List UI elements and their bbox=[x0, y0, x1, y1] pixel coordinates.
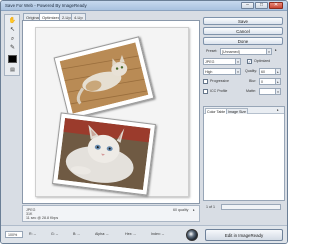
cat-photo-bottom bbox=[51, 112, 157, 196]
chevron-down-icon: ▾ bbox=[275, 89, 280, 94]
compression-value: High bbox=[205, 70, 213, 74]
maximize-button[interactable]: □ bbox=[255, 2, 268, 9]
edit-in-imageready-button[interactable]: Edit in ImageReady bbox=[205, 229, 283, 241]
window-title: Save For Web - Powered By ImageReady bbox=[5, 3, 87, 8]
compression-select[interactable]: High ▾ bbox=[203, 68, 241, 75]
hand-tool-icon[interactable]: ✋ bbox=[8, 17, 17, 25]
image-page bbox=[35, 27, 189, 197]
close-button[interactable]: ✕ bbox=[269, 2, 283, 9]
cat-photo-top bbox=[53, 36, 155, 120]
chevron-down-icon: ▾ bbox=[235, 59, 240, 64]
bottom-bar: 100% R: -- G: -- B: -- Alpha: -- Hex: --… bbox=[1, 225, 287, 243]
save-button[interactable]: Save bbox=[203, 17, 283, 25]
readout-hex: Hex: -- bbox=[125, 232, 136, 236]
optimized-checkbox[interactable]: ✓ bbox=[247, 59, 252, 64]
icc-profile-checkbox[interactable] bbox=[203, 89, 208, 94]
readout-index: Index: -- bbox=[151, 232, 165, 236]
chevron-down-icon: ▾ bbox=[235, 69, 240, 74]
optimize-menu-icon[interactable]: ▸ bbox=[275, 48, 277, 52]
chevron-right-icon: ▸ bbox=[275, 69, 280, 74]
title-bar: Save For Web - Powered By ImageReady – □… bbox=[1, 1, 287, 11]
color-table-footer: 1 of 1 bbox=[203, 203, 285, 212]
preview-menu-icon[interactable]: ▸ bbox=[193, 208, 195, 212]
color-table-menu-icon[interactable]: ▸ bbox=[277, 108, 279, 112]
white-cat-image bbox=[57, 117, 151, 191]
matte-select[interactable]: ▾ bbox=[259, 88, 281, 95]
zoom-value: 100% bbox=[8, 233, 18, 237]
cancel-button[interactable]: Cancel bbox=[203, 27, 283, 35]
readout-r: R: -- bbox=[29, 232, 36, 236]
quality-value: 60 bbox=[261, 70, 265, 74]
progressive-checkbox[interactable] bbox=[203, 79, 208, 84]
done-button[interactable]: Done bbox=[203, 37, 283, 45]
optimized-info-bar: JPEG 31K 11 sec @ 28.8 Kbps 60 quality ▸ bbox=[22, 205, 200, 222]
save-for-web-window: Save For Web - Powered By ImageReady – □… bbox=[0, 0, 288, 244]
readout-g: G: -- bbox=[51, 232, 59, 236]
toolbox: ✋ ↖ ⌕ ✎ ▤ bbox=[4, 14, 20, 76]
matte-label: Matte: bbox=[246, 89, 256, 93]
eyedropper-tool-icon[interactable]: ✎ bbox=[8, 44, 17, 52]
chevron-down-icon: ▾ bbox=[266, 49, 271, 54]
settings-panel: Save Cancel Done Preset: [Unnamed] ▾ ▸ J… bbox=[203, 14, 285, 223]
slice-select-tool-icon[interactable]: ↖ bbox=[8, 26, 17, 34]
minimize-button[interactable]: – bbox=[241, 2, 254, 9]
optimized-label: Optimized bbox=[254, 59, 271, 63]
tab-color-table[interactable]: Color Table bbox=[205, 108, 228, 114]
zoom-tool-icon[interactable]: ⌕ bbox=[8, 35, 17, 43]
icc-profile-label: ICC Profile bbox=[210, 89, 228, 93]
cat-on-floor-image bbox=[59, 42, 149, 114]
progressive-label: Progressive bbox=[210, 79, 229, 83]
blur-label: Blur: bbox=[249, 79, 257, 83]
zoom-select[interactable]: 100% bbox=[5, 231, 23, 238]
page-indicator: 1 of 1 bbox=[206, 205, 215, 209]
color-table-panel: Color Table Image Size ▸ bbox=[203, 106, 285, 201]
preset-select[interactable]: [Unnamed] ▾ bbox=[220, 48, 272, 55]
toggle-slices-icon[interactable]: ▤ bbox=[8, 66, 17, 74]
imageready-logo-icon[interactable] bbox=[186, 229, 198, 241]
blur-field[interactable]: 0 ▸ bbox=[259, 78, 281, 85]
tab-image-size[interactable]: Image Size bbox=[226, 108, 248, 114]
format-value: JPEG bbox=[205, 60, 215, 64]
readout-b: B: -- bbox=[73, 232, 80, 236]
preset-label: Preset: bbox=[206, 49, 218, 53]
readout-alpha: Alpha: -- bbox=[95, 232, 109, 236]
color-table-tabs: Color Table Image Size ▸ bbox=[204, 107, 284, 114]
color-table-actions[interactable] bbox=[221, 204, 281, 210]
blur-value: 0 bbox=[261, 80, 263, 84]
chevron-right-icon: ▸ bbox=[275, 79, 280, 84]
preset-value: [Unnamed] bbox=[222, 50, 240, 54]
eyedropper-color-swatch[interactable] bbox=[8, 55, 17, 63]
preview-canvas[interactable] bbox=[22, 20, 200, 204]
format-select[interactable]: JPEG ▾ bbox=[203, 58, 241, 65]
download-time: 11 sec @ 28.8 Kbps bbox=[26, 216, 59, 220]
quality-readout: 60 quality bbox=[173, 208, 189, 212]
quality-field[interactable]: 60 ▸ bbox=[259, 68, 281, 75]
quality-label: Quality: bbox=[245, 69, 258, 73]
